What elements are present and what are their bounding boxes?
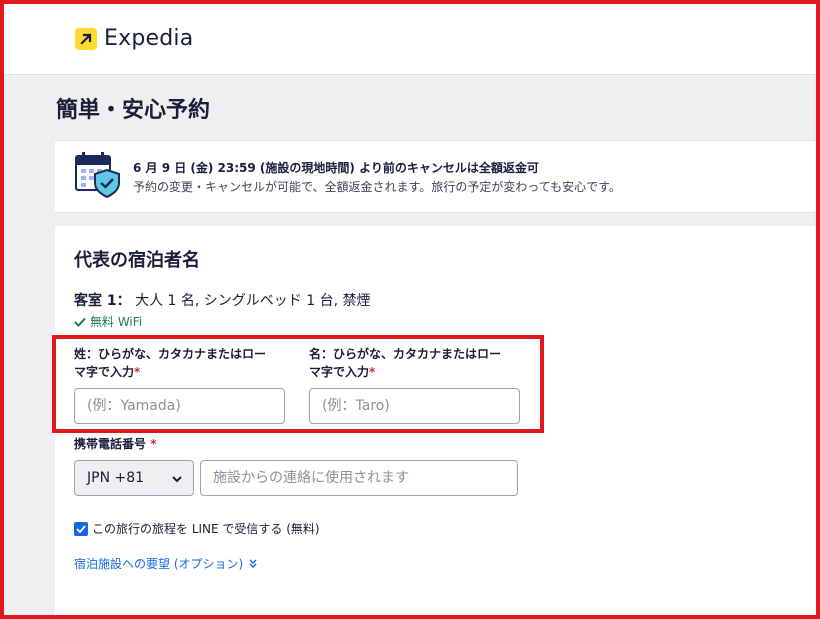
required-mark: * [369,365,376,379]
line-opt-in[interactable]: この旅行の旅程を LINE で受信する (無料) [74,520,320,537]
logo-text: Expedia [104,26,194,51]
last-name-label: 姓：ひらがな、カタカナまたはロー マ字で入力* [74,347,267,379]
site-header: Expedia [0,0,820,75]
first-name-input[interactable] [309,388,520,424]
section-title: 代表の宿泊者名 [74,250,200,271]
chevron-down-icon [172,476,182,483]
cancellation-detail: 予約の変更・キャンセルが可能で、全額返金されます。旅行の予定が変わっても安心です… [133,180,621,194]
line-opt-in-label: この旅行の旅程を LINE で受信する (無料) [92,522,320,536]
country-code-value: JPN +81 [87,470,145,486]
cancellation-card: 6 月 9 日 (金) 23:59 (施設の現地時間) より前のキャンセルは全額… [55,140,820,213]
special-requests-link[interactable]: 宿泊施設への要望 (オプション) [74,555,257,572]
cancellation-headline: 6 月 9 日 (金) 23:59 (施設の現地時間) より前のキャンセルは全額… [133,161,539,175]
calendar-shield-icon [74,152,122,202]
first-name-label: 名：ひらがな、カタカナまたはロー マ字で入力* [309,347,502,379]
last-name-input[interactable] [74,388,285,424]
country-code-select[interactable]: JPN +81 [74,460,194,496]
checkmark-icon [76,524,86,533]
arrow-icon [75,27,97,50]
special-requests-label: 宿泊施設への要望 (オプション) [74,557,244,571]
room-detail: 大人 1 名, シングルベッド 1 台, 禁煙 [135,293,371,309]
page-title: 簡単・安心予約 [56,98,211,123]
room-label: 客室 1： [74,293,131,309]
check-icon [74,317,86,327]
double-chevron-down-icon [249,558,257,568]
expedia-logo[interactable]: Expedia [75,26,193,51]
room-summary: 客室 1： 大人 1 名, シングルベッド 1 台, 禁煙 [74,290,371,310]
phone-input[interactable] [200,460,518,496]
amenity-wifi: 無料 WiFi [74,313,142,330]
phone-label: 携帯電話番号 * [74,437,157,451]
required-mark: * [150,437,157,451]
line-opt-in-checkbox[interactable] [74,521,88,536]
amenity-label: 無料 WiFi [90,315,143,329]
required-mark: * [134,365,141,379]
